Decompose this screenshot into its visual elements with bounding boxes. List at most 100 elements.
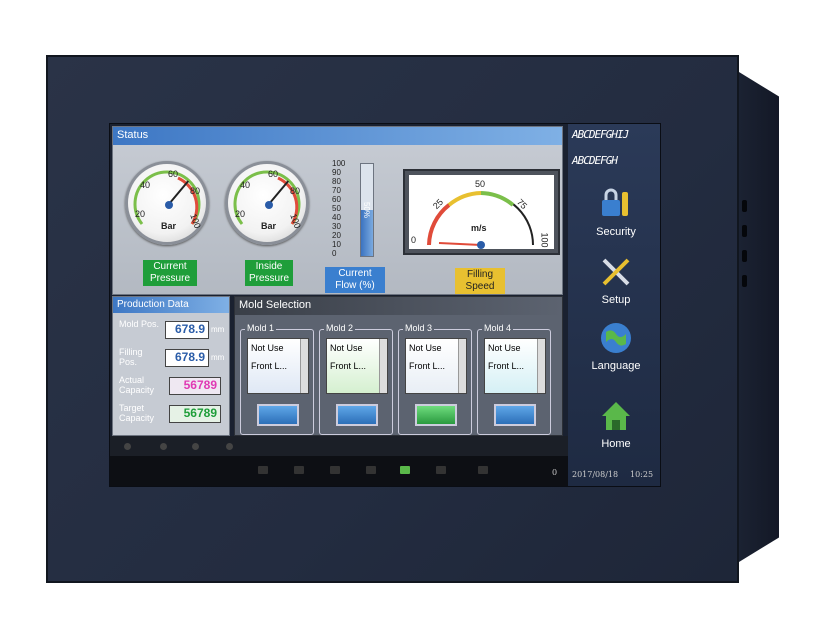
home-button[interactable]: Home xyxy=(576,398,656,462)
mold-select-button[interactable] xyxy=(494,404,536,426)
flow-scale-tick: 30 xyxy=(332,222,341,231)
list-item[interactable]: Not Use xyxy=(248,339,308,357)
bar-icon[interactable] xyxy=(258,466,268,474)
setup-button[interactable]: Setup xyxy=(576,254,656,318)
actual-capacity-value: 56789 xyxy=(169,377,221,395)
mold-select-button[interactable] xyxy=(257,404,299,426)
security-label: Security xyxy=(596,226,636,238)
bar-icon[interactable] xyxy=(330,466,340,474)
mold-group-3: Mold 3 Not Use Front L... xyxy=(398,323,472,435)
date-display: 2017/08/18 xyxy=(572,470,619,479)
time-display: 10:25 xyxy=(630,470,654,479)
gauge-hub xyxy=(265,201,273,209)
list-item[interactable]: Front L... xyxy=(248,357,308,375)
target-capacity-label: Target Capacity xyxy=(119,403,155,423)
flow-value: 50% xyxy=(362,202,371,219)
list-item[interactable]: Not Use xyxy=(485,339,545,357)
bar-icon[interactable] xyxy=(366,466,376,474)
gauge-hub xyxy=(165,201,173,209)
gauge-tick: 80 xyxy=(190,186,201,196)
bottom-bar: 0 xyxy=(110,456,568,486)
gauge-tick: 20 xyxy=(235,209,246,219)
production-data-title: Production Data xyxy=(113,297,229,313)
sidebar: ABCDEFGHIJ ABCDEFGH Security Setup Langu… xyxy=(568,124,660,486)
list-item[interactable]: Front L... xyxy=(406,357,466,375)
gauge-tick: 80 xyxy=(290,186,301,196)
gauge-tick: 60 xyxy=(168,169,179,179)
status-title: Status xyxy=(113,127,562,145)
lock-key-icon xyxy=(602,188,628,216)
flow-scale-tick: 0 xyxy=(332,249,337,258)
bar-icon[interactable] xyxy=(294,466,304,474)
filling-pos-label: Filling Pos. xyxy=(119,347,143,367)
globe-icon xyxy=(601,323,631,353)
current-pressure-label: Current Pressure xyxy=(143,260,197,286)
list-item[interactable]: Not Use xyxy=(406,339,466,357)
bar-icon[interactable] xyxy=(478,466,488,474)
flow-scale-tick: 10 xyxy=(332,240,341,249)
gauge-tick: 20 xyxy=(135,209,146,219)
mold-title: Mold 2 xyxy=(324,323,356,333)
taskbar-dot[interactable] xyxy=(160,443,167,450)
list-item[interactable]: Not Use xyxy=(327,339,387,357)
mold-title: Mold 4 xyxy=(482,323,514,333)
list-item[interactable]: Front L... xyxy=(485,357,545,375)
taskbar xyxy=(110,436,568,456)
list-scrollbar[interactable] xyxy=(537,339,545,393)
flow-scale-tick: 90 xyxy=(332,168,341,177)
mold-pos-unit: mm xyxy=(211,325,225,334)
taskbar-dot[interactable] xyxy=(192,443,199,450)
flow-scale-tick: 20 xyxy=(332,231,341,240)
filling-speed-label: Filling Speed xyxy=(455,268,505,294)
taskbar-dot[interactable] xyxy=(226,443,233,450)
mold-select-button[interactable] xyxy=(336,404,378,426)
mold-title: Mold 1 xyxy=(245,323,277,333)
mold-list[interactable]: Not Use Front L... xyxy=(405,338,467,394)
filling-pos-unit: mm xyxy=(211,353,225,362)
production-data-panel: Production Data Mold Pos. 678.9 mm Filli… xyxy=(112,296,230,436)
mold-group-1: Mold 1 Not Use Front L... xyxy=(240,323,314,435)
mold-select-button[interactable] xyxy=(415,404,457,426)
list-scrollbar[interactable] xyxy=(458,339,466,393)
active-bar-icon[interactable] xyxy=(400,466,410,474)
wrench-screwdriver-icon xyxy=(602,258,630,286)
language-button[interactable]: Language xyxy=(576,320,656,384)
speed-face: 0 25 50 75 100 m/s xyxy=(409,175,554,249)
side-vent xyxy=(742,250,747,262)
side-vent xyxy=(742,275,747,287)
taskbar-dot[interactable] xyxy=(124,443,131,450)
device-side-panel xyxy=(739,72,779,562)
mold-title: Mold 3 xyxy=(403,323,435,333)
filling-speed-gauge: 0 25 50 75 100 m/s xyxy=(403,169,560,255)
gauge-unit: Bar xyxy=(261,221,277,231)
speed-unit: m/s xyxy=(471,223,487,233)
bar-icon[interactable] xyxy=(436,466,446,474)
current-flow-label: Current Flow (%) xyxy=(325,267,385,293)
hmi-screen: Status 20 40 60 80 100 Bar Current Press… xyxy=(109,123,661,487)
actual-capacity-label: Actual Capacity xyxy=(119,375,155,395)
flow-scale-tick: 40 xyxy=(332,213,341,222)
speed-tick: 100 xyxy=(539,232,550,248)
flow-scale-tick: 70 xyxy=(332,186,341,195)
alert-count: 0 xyxy=(552,468,558,477)
house-icon xyxy=(602,402,630,430)
target-capacity-value: 56789 xyxy=(169,405,221,423)
mold-list[interactable]: Not Use Front L... xyxy=(326,338,388,394)
mold-selection-title: Mold Selection xyxy=(235,297,562,315)
language-label: Language xyxy=(591,360,641,372)
speed-tick: 50 xyxy=(475,179,486,189)
mold-list[interactable]: Not Use Front L... xyxy=(247,338,309,394)
home-label: Home xyxy=(601,438,631,450)
mold-group-4: Mold 4 Not Use Front L... xyxy=(477,323,551,435)
mold-pos-label: Mold Pos. xyxy=(119,319,160,329)
list-scrollbar[interactable] xyxy=(379,339,387,393)
flow-scale-tick: 50 xyxy=(332,204,341,213)
side-vent xyxy=(742,225,747,237)
mold-pos-value: 678.9 xyxy=(165,321,209,339)
mold-list[interactable]: Not Use Front L... xyxy=(484,338,546,394)
security-button[interactable]: Security xyxy=(576,186,656,250)
list-item[interactable]: Front L... xyxy=(327,357,387,375)
list-scrollbar[interactable] xyxy=(300,339,308,393)
flow-scale-tick: 60 xyxy=(332,195,341,204)
sidebar-text-1: ABCDEFGHIJ xyxy=(572,128,629,141)
